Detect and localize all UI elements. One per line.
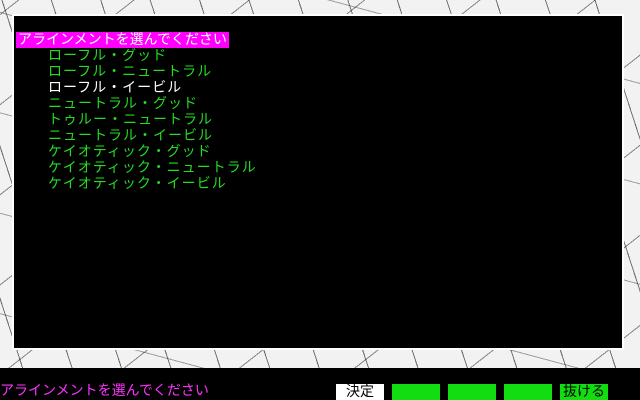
alignment-prompt-title: アラインメントを選んでください	[16, 32, 229, 48]
option-chaotic-good[interactable]: ケイオティック・グッド	[48, 144, 257, 160]
status-message: アラインメントを選んでください	[0, 383, 209, 399]
exit-button[interactable]: 抜ける	[560, 384, 608, 400]
option-lawful-evil[interactable]: ローフル・イービル	[48, 80, 257, 96]
alignment-option-list: ローフル・グッド ローフル・ニュートラル ローフル・イービル ニュートラル・グッ…	[48, 48, 257, 192]
option-chaotic-evil[interactable]: ケイオティック・イービル	[48, 176, 257, 192]
option-neutral-evil[interactable]: ニュートラル・イービル	[48, 128, 257, 144]
option-chaotic-neutral[interactable]: ケイオティック・ニュートラル	[48, 160, 257, 176]
status-bar: アラインメントを選んでください 決定 抜ける	[0, 368, 640, 400]
option-neutral-good[interactable]: ニュートラル・グッド	[48, 96, 257, 112]
option-lawful-good[interactable]: ローフル・グッド	[48, 48, 257, 64]
option-lawful-neutral[interactable]: ローフル・ニュートラル	[48, 64, 257, 80]
command-slot-3[interactable]	[448, 384, 496, 400]
command-slot-2[interactable]	[392, 384, 440, 400]
confirm-button[interactable]: 決定	[336, 384, 384, 400]
option-true-neutral[interactable]: トゥルー・ニュートラル	[48, 112, 257, 128]
command-slot-4[interactable]	[504, 384, 552, 400]
